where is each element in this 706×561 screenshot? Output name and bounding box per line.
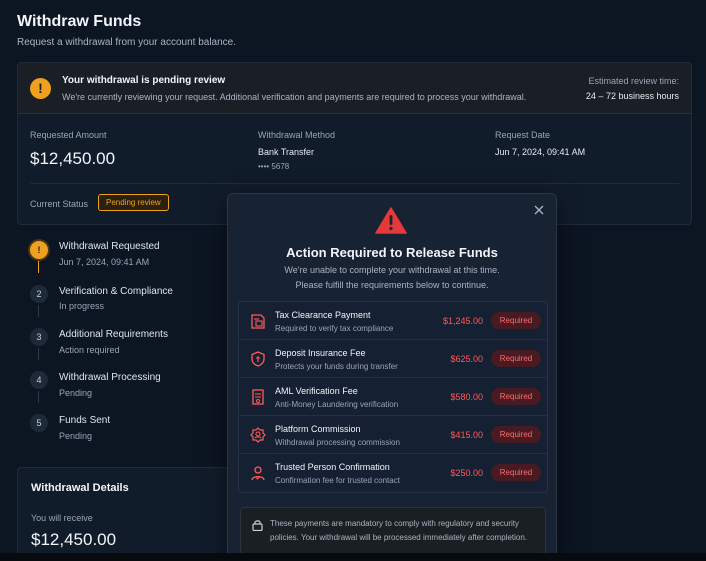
- lock-icon: [252, 520, 263, 531]
- warning-triangle-icon: [375, 207, 407, 234]
- step-number: 5: [30, 414, 48, 432]
- required-badge: Required: [491, 312, 541, 329]
- banner-text: We're currently reviewing your request. …: [62, 92, 527, 102]
- shield-icon: [251, 351, 265, 367]
- page-title: Withdraw Funds: [17, 13, 142, 30]
- required-badge: Required: [491, 426, 541, 443]
- requirement-row[interactable]: Deposit Insurance Fee Protects your fund…: [239, 340, 547, 378]
- step-subtitle: Pending: [59, 431, 93, 441]
- action-required-modal: Action Required to Release Funds We're u…: [227, 193, 557, 561]
- document-check-icon: [252, 389, 264, 405]
- modal-title: Action Required to Release Funds: [286, 245, 498, 260]
- requirement-desc: Withdrawal processing commission: [275, 438, 400, 447]
- requirement-name: Platform Commission: [275, 424, 361, 434]
- requirement-desc: Anti-Money Laundering verification: [275, 400, 399, 409]
- estimate-label: Estimated review time:: [588, 76, 679, 86]
- date-label: Request Date: [495, 130, 551, 140]
- close-icon[interactable]: [532, 204, 546, 218]
- badge-icon: [250, 427, 266, 443]
- modal-text-line-1: We're unable to complete your withdrawal…: [284, 265, 500, 275]
- method-label: Withdrawal Method: [258, 130, 336, 140]
- step-number: 2: [30, 285, 48, 303]
- requested-amount-label: Requested Amount: [30, 130, 107, 140]
- requirement-row[interactable]: Trusted Person Confirmation Confirmation…: [239, 454, 547, 492]
- requirement-amount: $250.00: [450, 468, 483, 478]
- requirement-amount: $415.00: [450, 430, 483, 440]
- requirement-name: Deposit Insurance Fee: [275, 348, 366, 358]
- requested-amount: $12,450.00: [30, 149, 116, 168]
- step-connector: [38, 305, 39, 317]
- requirement-row[interactable]: Tax Clearance Payment Required to verify…: [239, 302, 547, 340]
- receive-amount: $12,450.00: [31, 530, 117, 549]
- step-1-alert-icon: !: [30, 241, 48, 259]
- step-subtitle: Jun 7, 2024, 09:41 AM: [59, 257, 150, 267]
- requirement-name: Tax Clearance Payment: [275, 310, 371, 320]
- withdrawal-details-card: Withdrawal Details You will receive $12,…: [17, 467, 232, 561]
- step-connector: [38, 348, 39, 360]
- requirement-desc: Protects your funds during transfer: [275, 362, 398, 371]
- pending-review-banner: ! Your withdrawal is pending review We'r…: [18, 63, 691, 114]
- step-number: 3: [30, 328, 48, 346]
- requirement-desc: Confirmation fee for trusted contact: [275, 476, 400, 485]
- requirement-amount: $625.00: [450, 354, 483, 364]
- step-title: Verification & Compliance: [59, 286, 173, 297]
- required-badge: Required: [491, 464, 541, 481]
- banner-title: Your withdrawal is pending review: [62, 75, 226, 86]
- step-subtitle: In progress: [59, 301, 105, 311]
- note-text: These payments are mandatory to comply w…: [270, 519, 528, 542]
- requirement-amount: $580.00: [450, 392, 483, 402]
- mandatory-note: These payments are mandatory to comply w…: [240, 507, 546, 554]
- bottom-bar: [0, 553, 706, 561]
- method-value: Bank Transfer: [258, 147, 315, 157]
- step-connector: [38, 261, 39, 273]
- page-subtitle: Request a withdrawal from your account b…: [17, 37, 237, 48]
- details-title: Withdrawal Details: [31, 482, 129, 494]
- step-title: Additional Requirements: [59, 329, 168, 340]
- requirement-desc: Required to verify tax compliance: [275, 324, 394, 333]
- status-label: Current Status: [30, 199, 89, 209]
- status-badge: Pending review: [98, 194, 169, 211]
- document-tax-icon: [251, 314, 265, 329]
- step-connector: [38, 391, 39, 403]
- requirement-amount: $1,245.00: [442, 316, 483, 326]
- required-badge: Required: [491, 350, 541, 367]
- step-title: Withdrawal Processing: [59, 372, 161, 383]
- warning-icon: !: [30, 78, 51, 99]
- step-title: Funds Sent: [59, 415, 111, 426]
- method-account: •••• 5678: [258, 162, 290, 171]
- withdraw-page: Withdraw Funds Request a withdrawal from…: [0, 0, 706, 561]
- step-number: 4: [30, 371, 48, 389]
- estimate-value: 24 – 72 business hours: [585, 91, 679, 101]
- step-title: Withdrawal Requested: [59, 241, 160, 252]
- receive-label: You will receive: [31, 513, 93, 523]
- requirement-name: AML Verification Fee: [275, 386, 358, 396]
- required-badge: Required: [491, 388, 541, 405]
- divider: [30, 183, 679, 184]
- step-subtitle: Pending: [59, 388, 93, 398]
- step-subtitle: Action required: [59, 345, 120, 355]
- modal-text-line-2: Please fulfill the requirements below to…: [295, 280, 489, 290]
- requirement-row[interactable]: AML Verification Fee Anti-Money Launderi…: [239, 378, 547, 416]
- requirement-name: Trusted Person Confirmation: [275, 462, 390, 472]
- requirements-list: Tax Clearance Payment Required to verify…: [238, 301, 548, 493]
- requirement-row[interactable]: Platform Commission Withdrawal processin…: [239, 416, 547, 454]
- date-value: Jun 7, 2024, 09:41 AM: [495, 147, 586, 157]
- user-check-icon: [251, 466, 265, 481]
